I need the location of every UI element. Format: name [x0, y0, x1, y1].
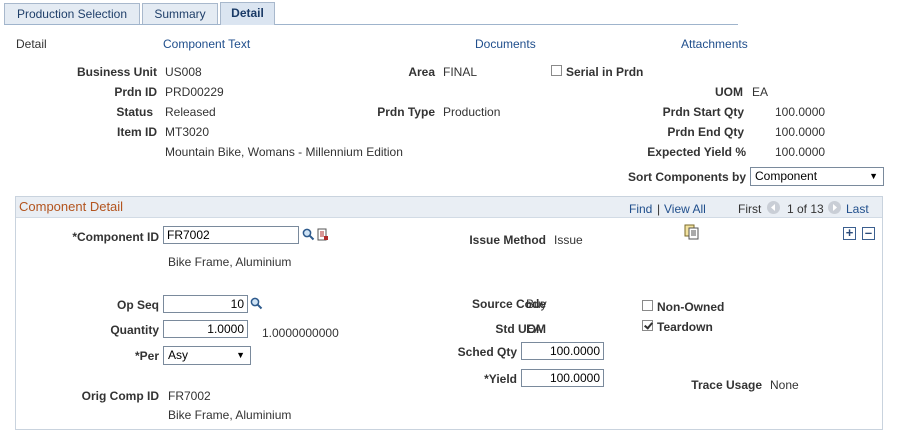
sort-components-label: Sort Components by	[627, 170, 746, 184]
tab-detail[interactable]: Detail	[220, 2, 275, 25]
prdn-id-label: Prdn ID	[114, 85, 157, 99]
non-owned-label: Non-Owned	[657, 300, 725, 314]
first-label[interactable]: First	[738, 202, 761, 216]
orig-comp-description: Bike Frame, Aluminium	[168, 408, 292, 422]
teardown-checkbox[interactable]	[642, 320, 653, 331]
search-icon[interactable]	[302, 228, 315, 244]
item-id-label: Item ID	[116, 125, 157, 139]
component-id-label: *Component ID	[72, 230, 159, 244]
area-value: FINAL	[443, 65, 478, 79]
serial-in-prdn-label: Serial in Prdn	[566, 65, 644, 79]
issue-method-label: Issue Method	[469, 233, 546, 247]
detail-label: Detail	[16, 37, 47, 51]
component-text-link[interactable]: Component Text	[163, 37, 250, 51]
sort-components-select[interactable]: Component ▼	[750, 167, 884, 186]
prdn-start-qty-label: Prdn Start Qty	[662, 105, 744, 119]
teardown-label: Teardown	[657, 320, 713, 334]
related-content-icon[interactable]	[684, 224, 700, 243]
orig-comp-id-value: FR7002	[168, 389, 211, 403]
op-seq-input[interactable]	[163, 295, 248, 313]
chevron-down-icon: ▼	[236, 350, 245, 360]
per-label: *Per	[134, 349, 159, 363]
item-description: Mountain Bike, Womans - Millennium Editi…	[165, 145, 403, 159]
business-unit-value: US008	[165, 65, 202, 79]
trace-usage-value: None	[770, 378, 799, 392]
quantity-label: Quantity	[110, 323, 159, 337]
status-label: Status	[116, 105, 153, 119]
issue-method-value: Issue	[554, 233, 583, 247]
tab-summary[interactable]: Summary	[142, 3, 218, 24]
component-description: Bike Frame, Aluminium	[168, 255, 292, 269]
component-id-input[interactable]	[163, 226, 299, 244]
add-row-icon[interactable]: +	[843, 226, 856, 240]
prdn-end-qty-value: 100.0000	[775, 125, 826, 139]
row-range: 1 of 13	[787, 202, 824, 216]
chevron-down-icon: ▼	[869, 171, 878, 181]
serial-in-prdn-checkbox[interactable]	[551, 65, 562, 76]
prdn-start-qty-value: 100.0000	[775, 105, 826, 119]
sched-qty-input[interactable]	[521, 342, 604, 360]
expected-yield-label: Expected Yield %	[647, 145, 746, 159]
prdn-type-label: Prdn Type	[377, 105, 435, 119]
prdn-id-value: PRD00229	[165, 85, 224, 99]
delete-row-icon[interactable]: –	[862, 226, 875, 240]
detail-page-icon[interactable]	[317, 228, 329, 244]
sort-components-value: Component	[755, 169, 818, 183]
quantity-input[interactable]	[163, 320, 248, 338]
per-select[interactable]: Asy ▼	[163, 346, 251, 365]
std-uom-value: EA	[526, 322, 543, 336]
business-unit-label: Business Unit	[76, 65, 157, 79]
tab-production-selection[interactable]: Production Selection	[4, 3, 140, 24]
item-id-value: MT3020	[165, 125, 210, 139]
next-arrow-icon[interactable]	[828, 201, 841, 214]
uom-value: EA	[752, 85, 769, 99]
area-label: Area	[408, 65, 435, 79]
non-owned-checkbox[interactable]	[642, 300, 653, 311]
orig-comp-id-label: Orig Comp ID	[81, 389, 159, 403]
search-icon[interactable]	[250, 297, 263, 313]
prev-arrow-icon[interactable]	[767, 201, 780, 214]
status-value: Released	[165, 105, 216, 119]
yield-label: *Yield	[484, 372, 517, 386]
source-code-value: Buy	[526, 297, 547, 311]
per-value: Asy	[168, 348, 189, 362]
nav-separator: |	[657, 202, 661, 216]
documents-link[interactable]: Documents	[475, 37, 536, 51]
tab-strip-line	[4, 24, 738, 25]
yield-input[interactable]	[521, 369, 604, 387]
op-seq-label: Op Seq	[116, 298, 159, 312]
expected-yield-value: 100.0000	[775, 145, 826, 159]
prdn-end-qty-label: Prdn End Qty	[667, 125, 744, 139]
attachments-link[interactable]: Attachments	[681, 37, 748, 51]
trace-usage-label: Trace Usage	[691, 378, 762, 392]
uom-label: UOM	[715, 85, 743, 99]
quantity-precise-value: 1.0000000000	[262, 326, 339, 340]
find-link[interactable]: Find	[629, 202, 652, 216]
last-link[interactable]: Last	[846, 202, 869, 216]
prdn-type-value: Production	[443, 105, 501, 119]
component-detail-title: Component Detail	[19, 199, 124, 214]
sched-qty-label: Sched Qty	[457, 345, 517, 359]
view-all-link[interactable]: View All	[664, 202, 706, 216]
